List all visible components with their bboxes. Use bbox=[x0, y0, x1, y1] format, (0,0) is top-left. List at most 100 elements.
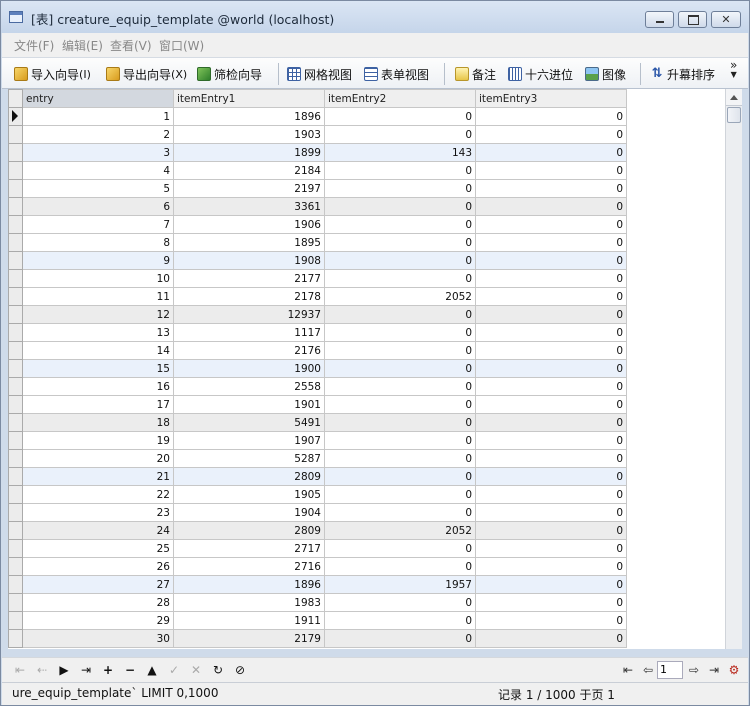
menu-view[interactable]: 查看(V) bbox=[110, 37, 152, 54]
table-row[interactable]: 4 2184 0 0 bbox=[8, 161, 627, 180]
cell-itementry2[interactable]: 0 bbox=[324, 413, 476, 432]
cell-entry[interactable]: 6 bbox=[22, 197, 174, 216]
prev-record-icon[interactable]: ⇠ bbox=[34, 662, 50, 678]
add-record-icon[interactable]: + bbox=[100, 662, 116, 678]
first-page-icon[interactable]: ⇤ bbox=[620, 662, 636, 678]
menu-file[interactable]: 文件(F) bbox=[14, 37, 54, 54]
cell-entry[interactable]: 10 bbox=[22, 269, 174, 288]
cell-itementry2[interactable]: 0 bbox=[324, 467, 476, 486]
grid-view-button[interactable]: 网格视图 bbox=[287, 65, 352, 83]
cell-itementry3[interactable]: 0 bbox=[475, 323, 627, 342]
last-record-icon[interactable]: ⇥ bbox=[78, 662, 94, 678]
row-selector[interactable] bbox=[8, 161, 23, 180]
table-row[interactable]: 1 1896 0 0 bbox=[8, 107, 627, 126]
cell-entry[interactable]: 2 bbox=[22, 125, 174, 144]
cell-itementry3[interactable]: 0 bbox=[475, 287, 627, 306]
table-row[interactable]: 28 1983 0 0 bbox=[8, 593, 627, 612]
cell-entry[interactable]: 7 bbox=[22, 215, 174, 234]
cell-itementry1[interactable]: 1904 bbox=[173, 503, 325, 522]
table-row[interactable]: 26 2716 0 0 bbox=[8, 557, 627, 576]
table-row[interactable]: 3 1899 143 0 bbox=[8, 143, 627, 162]
image-button[interactable]: 图像 bbox=[585, 65, 626, 83]
cell-itementry2[interactable]: 0 bbox=[324, 611, 476, 630]
cell-itementry2[interactable]: 0 bbox=[324, 233, 476, 252]
column-header-itementry1[interactable]: itemEntry1 bbox=[173, 89, 325, 108]
memo-button[interactable]: 备注 bbox=[455, 65, 496, 83]
cell-itementry2[interactable]: 0 bbox=[324, 377, 476, 396]
cell-itementry2[interactable]: 0 bbox=[324, 323, 476, 342]
page-settings-icon[interactable]: ⚙ bbox=[726, 662, 742, 678]
table-row[interactable]: 13 1117 0 0 bbox=[8, 323, 627, 342]
table-row[interactable]: 15 1900 0 0 bbox=[8, 359, 627, 378]
row-selector[interactable] bbox=[8, 305, 23, 324]
menu-edit[interactable]: 编辑(E) bbox=[62, 37, 103, 54]
table-row[interactable]: 7 1906 0 0 bbox=[8, 215, 627, 234]
delete-record-icon[interactable]: − bbox=[122, 662, 138, 678]
cell-itementry3[interactable]: 0 bbox=[475, 395, 627, 414]
cell-itementry2[interactable]: 2052 bbox=[324, 521, 476, 540]
cell-entry[interactable]: 18 bbox=[22, 413, 174, 432]
table-row[interactable]: 30 2179 0 0 bbox=[8, 629, 627, 648]
cell-itementry3[interactable]: 0 bbox=[475, 449, 627, 468]
form-view-button[interactable]: 表单视图 bbox=[364, 65, 429, 83]
table-row[interactable]: 19 1907 0 0 bbox=[8, 431, 627, 450]
minimize-button[interactable] bbox=[645, 11, 674, 28]
table-row[interactable]: 20 5287 0 0 bbox=[8, 449, 627, 468]
cell-entry[interactable]: 3 bbox=[22, 143, 174, 162]
data-grid[interactable]: entry itemEntry1 itemEntry2 itemEntry3 1… bbox=[8, 89, 725, 649]
cell-itementry2[interactable]: 0 bbox=[324, 341, 476, 360]
cell-itementry3[interactable]: 0 bbox=[475, 359, 627, 378]
cell-itementry3[interactable]: 0 bbox=[475, 233, 627, 252]
row-selector[interactable] bbox=[8, 143, 23, 162]
cell-entry[interactable]: 27 bbox=[22, 575, 174, 594]
cell-itementry2[interactable]: 0 bbox=[324, 449, 476, 468]
cell-itementry3[interactable]: 0 bbox=[475, 269, 627, 288]
cell-itementry1[interactable]: 2184 bbox=[173, 161, 325, 180]
cell-itementry3[interactable]: 0 bbox=[475, 305, 627, 324]
row-selector[interactable] bbox=[8, 233, 23, 252]
cell-itementry3[interactable]: 0 bbox=[475, 431, 627, 450]
last-page-icon[interactable]: ⇥ bbox=[706, 662, 722, 678]
cell-itementry2[interactable]: 0 bbox=[324, 305, 476, 324]
cell-itementry1[interactable]: 1906 bbox=[173, 215, 325, 234]
table-row[interactable]: 16 2558 0 0 bbox=[8, 377, 627, 396]
row-selector[interactable] bbox=[8, 503, 23, 522]
cell-itementry2[interactable]: 0 bbox=[324, 251, 476, 270]
vertical-scrollbar[interactable] bbox=[725, 89, 742, 649]
cell-entry[interactable]: 19 bbox=[22, 431, 174, 450]
cell-itementry3[interactable]: 0 bbox=[475, 629, 627, 648]
cell-itementry1[interactable]: 1899 bbox=[173, 143, 325, 162]
discard-changes-icon[interactable]: ✕ bbox=[188, 662, 204, 678]
cell-itementry3[interactable]: 0 bbox=[475, 593, 627, 612]
first-record-icon[interactable]: ⇤ bbox=[12, 662, 28, 678]
row-selector[interactable] bbox=[8, 179, 23, 198]
cell-entry[interactable]: 17 bbox=[22, 395, 174, 414]
next-record-icon[interactable]: ▶ bbox=[56, 662, 72, 678]
next-page-icon[interactable]: ⇨ bbox=[686, 662, 702, 678]
cell-itementry1[interactable]: 2176 bbox=[173, 341, 325, 360]
cell-itementry2[interactable]: 0 bbox=[324, 629, 476, 648]
row-selector[interactable] bbox=[8, 287, 23, 306]
row-selector[interactable] bbox=[8, 521, 23, 540]
table-row[interactable]: 18 5491 0 0 bbox=[8, 413, 627, 432]
cell-entry[interactable]: 13 bbox=[22, 323, 174, 342]
row-selector[interactable] bbox=[8, 467, 23, 486]
cell-entry[interactable]: 5 bbox=[22, 179, 174, 198]
cell-entry[interactable]: 4 bbox=[22, 161, 174, 180]
cell-itementry2[interactable]: 0 bbox=[324, 431, 476, 450]
cell-itementry3[interactable]: 0 bbox=[475, 485, 627, 504]
column-header-itementry3[interactable]: itemEntry3 bbox=[475, 89, 627, 108]
cell-itementry2[interactable]: 0 bbox=[324, 395, 476, 414]
cell-itementry1[interactable]: 2558 bbox=[173, 377, 325, 396]
cell-itementry2[interactable]: 0 bbox=[324, 269, 476, 288]
table-row[interactable]: 24 2809 2052 0 bbox=[8, 521, 627, 540]
cell-itementry1[interactable]: 1901 bbox=[173, 395, 325, 414]
cell-entry[interactable]: 16 bbox=[22, 377, 174, 396]
row-selector[interactable] bbox=[8, 197, 23, 216]
export-wizard-button[interactable]: 导出向导 (X) bbox=[106, 65, 187, 83]
cell-itementry2[interactable]: 0 bbox=[324, 107, 476, 126]
cell-itementry3[interactable]: 0 bbox=[475, 377, 627, 396]
cell-itementry3[interactable]: 0 bbox=[475, 503, 627, 522]
cell-itementry1[interactable]: 1911 bbox=[173, 611, 325, 630]
cell-itementry3[interactable]: 0 bbox=[475, 143, 627, 162]
